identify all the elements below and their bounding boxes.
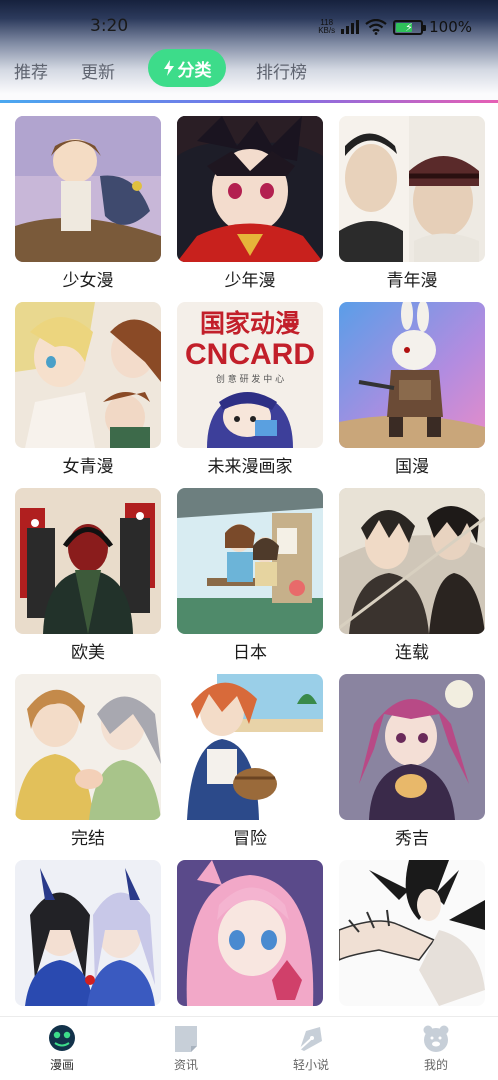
tab-rankings[interactable]: 排行榜 — [256, 58, 307, 83]
status-bar: 3:20 118 KB/s ⚡ 100% — [0, 0, 498, 52]
battery-icon: ⚡ — [393, 19, 427, 35]
category-cover — [339, 116, 485, 262]
category-cover — [339, 674, 485, 820]
category-cover — [15, 302, 161, 448]
nav-profile[interactable]: 我的 — [391, 1023, 481, 1079]
nav-light-novel-label: 轻小说 — [292, 1058, 329, 1072]
cover-title-text: 国家动漫 — [200, 309, 300, 338]
category-cover — [15, 116, 161, 262]
category-card-completed[interactable]: 完结 — [15, 674, 163, 854]
category-label: 青年漫 — [386, 271, 438, 291]
status-icons: 118 KB/s ⚡ 100% — [318, 16, 472, 38]
tab-updates[interactable]: 更新 — [81, 58, 115, 83]
bottom-nav: 漫画 资讯 轻小说 我的 — [0, 1016, 498, 1080]
category-label: 少年漫 — [224, 271, 276, 291]
comic-icon — [49, 1025, 75, 1051]
category-cover — [339, 302, 485, 448]
tab-categories-label: 分类 — [177, 60, 212, 81]
nav-light-novel[interactable]: 轻小说 — [266, 1023, 356, 1079]
category-label: 冒险 — [233, 829, 267, 849]
battery-percent: 100% — [429, 18, 472, 36]
news-icon — [175, 1026, 197, 1052]
network-speed-unit: KB/s — [318, 26, 336, 35]
category-grid: 少女漫 少年漫 青年漫 女青漫 国家动漫 CNCARD 创 意 研 发 中 心 … — [0, 103, 498, 1015]
category-card-guoman[interactable]: 国漫 — [339, 302, 487, 482]
category-card-hideyoshi[interactable]: 秀吉 — [339, 674, 487, 854]
nav-news[interactable]: 资讯 — [141, 1023, 231, 1079]
network-speed: 118 KB/s — [318, 19, 335, 35]
nav-news-label: 资讯 — [173, 1058, 198, 1072]
category-card-future-artist[interactable]: 国家动漫 CNCARD 创 意 研 发 中 心 未来漫画家 — [177, 302, 325, 482]
category-card-adventure[interactable]: 冒险 — [177, 674, 325, 854]
category-card-shounen[interactable]: 少年漫 — [177, 116, 325, 296]
category-label: 完结 — [71, 829, 105, 849]
tab-categories[interactable]: 分类 — [148, 49, 226, 87]
pen-icon — [299, 1027, 322, 1051]
category-label: 国漫 — [395, 457, 429, 477]
category-cover — [15, 674, 161, 820]
category-label: 少女漫 — [62, 271, 114, 291]
category-label: 女青漫 — [62, 457, 114, 477]
category-cover — [177, 116, 323, 262]
category-card-xianxia[interactable]: 仙侠 — [15, 860, 163, 1015]
category-card-japan[interactable]: 日本 — [177, 488, 325, 668]
category-label: 未来漫画家 — [207, 457, 293, 477]
bear-icon — [423, 1025, 449, 1052]
category-label: 连载 — [395, 643, 429, 663]
signal-icon — [341, 20, 360, 34]
category-label: 日本 — [233, 643, 267, 663]
category-label: 秀吉 — [395, 829, 429, 849]
category-label: 校园 — [177, 1010, 323, 1015]
category-card-campus[interactable]: 校园 — [177, 860, 325, 1015]
category-card-josei[interactable]: 女青漫 — [15, 302, 163, 482]
category-cover — [15, 860, 161, 1006]
category-card-fighting[interactable]: 格斗 — [339, 860, 487, 1015]
cover-subtitle-text: 创 意 研 发 中 心 — [216, 373, 284, 385]
nav-comics-label: 漫画 — [49, 1058, 74, 1072]
category-card-seinen[interactable]: 青年漫 — [339, 116, 487, 296]
tab-recommend[interactable]: 推荐 — [14, 58, 48, 83]
category-label: 欧美 — [71, 643, 105, 663]
category-cover — [177, 674, 323, 820]
category-cover — [177, 488, 323, 634]
top-tab-bar: 推荐 更新 分类 排行榜 — [0, 49, 498, 89]
cover-brand-text: CNCARD — [185, 338, 315, 371]
wifi-icon — [365, 19, 387, 35]
category-label: 格斗 — [339, 1010, 485, 1015]
category-cover — [339, 860, 485, 1006]
category-card-western[interactable]: 欧美 — [15, 488, 163, 668]
category-cover — [339, 488, 485, 634]
category-label: 仙侠 — [15, 1010, 161, 1015]
category-cover — [15, 488, 161, 634]
category-cover — [177, 860, 323, 1006]
nav-profile-label: 我的 — [423, 1058, 448, 1072]
category-card-shoujo[interactable]: 少女漫 — [15, 116, 163, 296]
nav-comics[interactable]: 漫画 — [17, 1023, 107, 1079]
lightning-icon — [163, 60, 174, 76]
category-card-ongoing[interactable]: 连载 — [339, 488, 487, 668]
category-cover: 国家动漫 CNCARD 创 意 研 发 中 心 — [177, 302, 323, 448]
status-time: 3:20 — [90, 16, 129, 36]
